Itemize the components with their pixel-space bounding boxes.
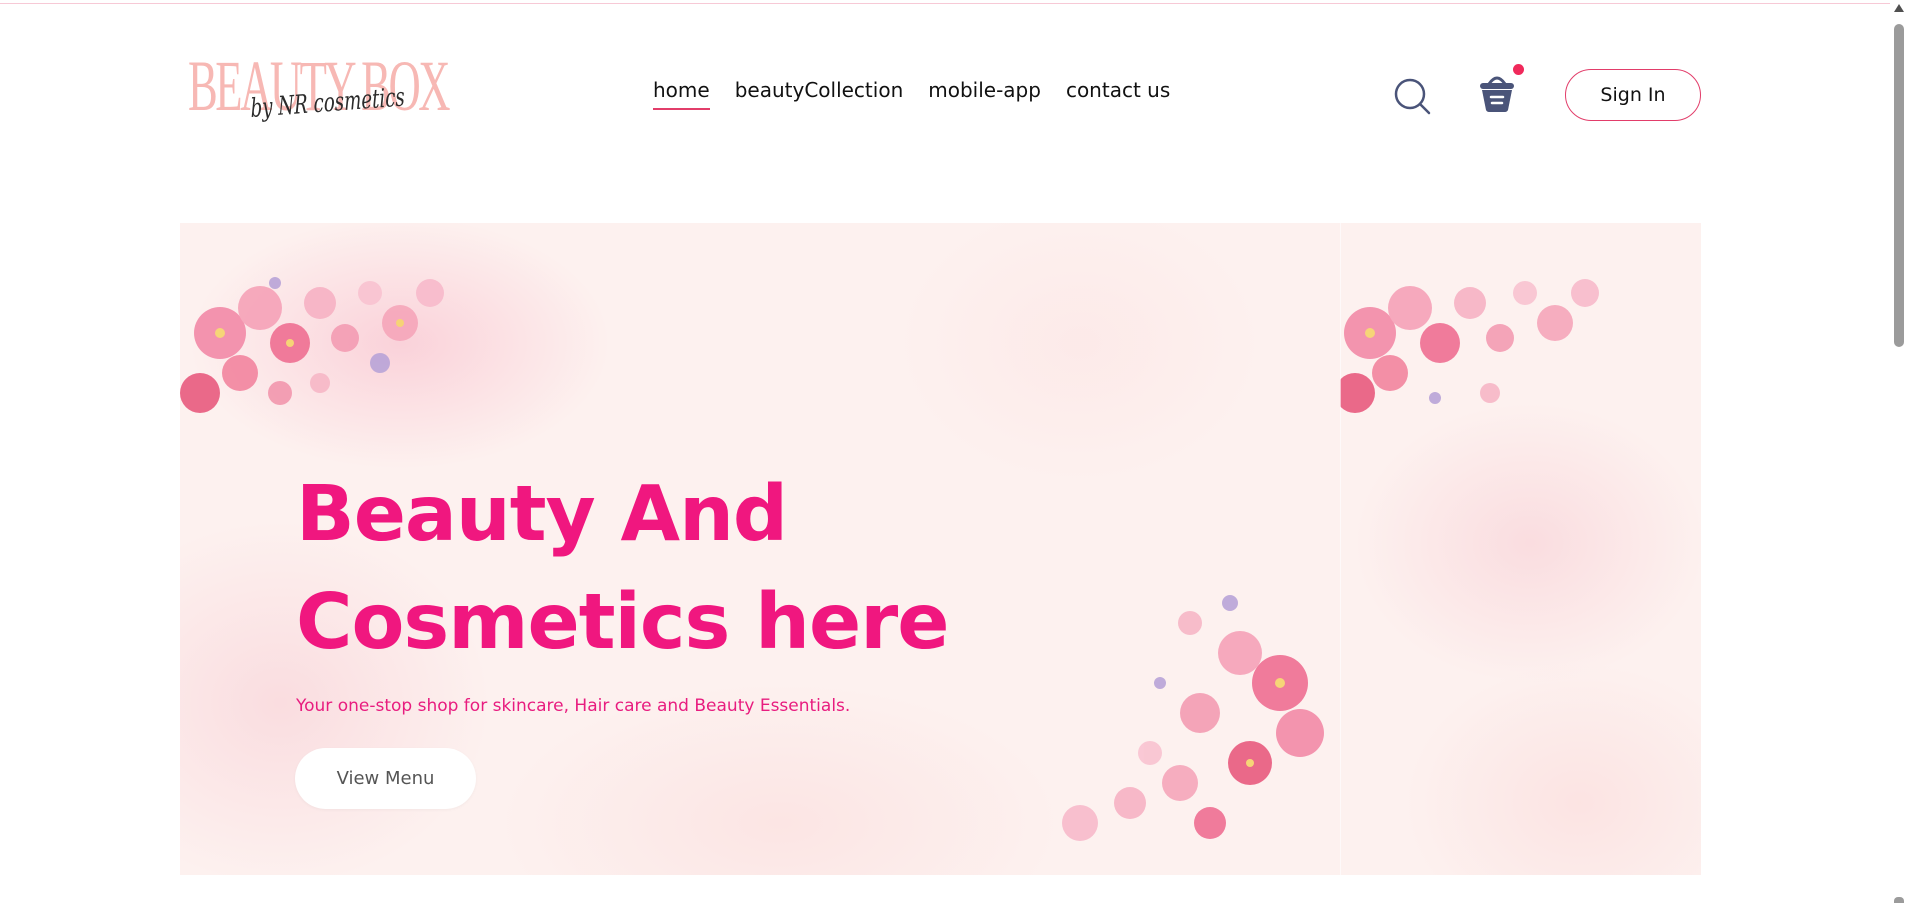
hero-title-line-1: Beauty And bbox=[296, 470, 788, 559]
floral-decoration-right-panel-icon bbox=[1340, 279, 1599, 413]
brand-logo[interactable]: BEAUTY BOX by NR cosmetics bbox=[188, 46, 450, 146]
nav-item-contact-us[interactable]: contact us bbox=[1066, 78, 1170, 110]
top-border-line bbox=[0, 3, 1890, 4]
page-scrollbar[interactable] bbox=[1890, 0, 1908, 903]
nav-item-home[interactable]: home bbox=[653, 78, 710, 110]
floral-decoration-bottom-right-icon bbox=[1062, 595, 1324, 841]
search-icon bbox=[1394, 78, 1431, 115]
hero-title: Beauty And Cosmetics here bbox=[296, 461, 996, 677]
basket-icon bbox=[1480, 76, 1514, 112]
main-nav: home beautyCollection mobile-app contact… bbox=[653, 78, 1195, 110]
view-menu-button[interactable]: View Menu bbox=[295, 748, 476, 809]
floral-decoration-top-left-icon bbox=[180, 277, 444, 413]
hero-subtitle: Your one-stop shop for skincare, Hair ca… bbox=[296, 696, 851, 716]
hero-banner: Beauty And Cosmetics here Your one-stop … bbox=[180, 223, 1701, 875]
cart-badge bbox=[1513, 64, 1524, 75]
nav-item-mobile-app[interactable]: mobile-app bbox=[928, 78, 1041, 110]
scroll-thumb[interactable] bbox=[1894, 24, 1904, 347]
hero-panel-divider bbox=[1340, 223, 1341, 875]
search-button[interactable] bbox=[1393, 77, 1433, 117]
nav-item-beauty-collection[interactable]: beautyCollection bbox=[735, 78, 904, 110]
cart-button[interactable] bbox=[1474, 70, 1520, 116]
sign-in-button[interactable]: Sign In bbox=[1565, 69, 1701, 121]
scroll-up-arrow-icon[interactable] bbox=[1894, 4, 1904, 12]
hero-title-line-2: Cosmetics here bbox=[296, 578, 949, 667]
scroll-down-arrow-icon[interactable] bbox=[1894, 897, 1904, 903]
